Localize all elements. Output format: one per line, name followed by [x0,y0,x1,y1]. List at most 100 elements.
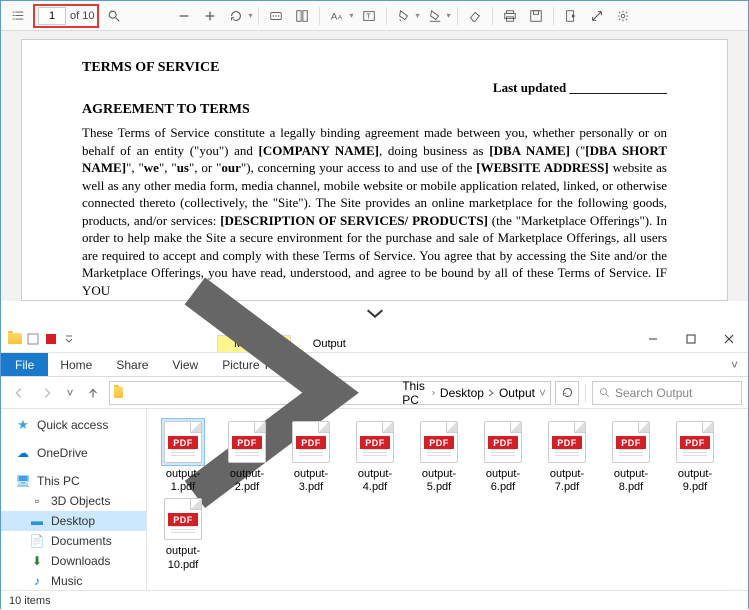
nav-desktop[interactable]: ▬Desktop [1,511,146,531]
fit-width-icon[interactable] [265,5,287,27]
dropdown-icon[interactable]: ▾ [416,11,420,20]
status-bar: 10 items [1,590,748,610]
qat-icon[interactable] [43,331,59,347]
dropdown-icon[interactable]: ▾ [248,11,252,20]
ribbon-tab-file[interactable]: File [1,353,48,376]
pdf-icon: PDF [548,421,586,463]
file-label: output-8.pdf [603,468,659,494]
pdf-icon: PDF [676,421,714,463]
breadcrumb-segment[interactable]: Output [499,386,535,400]
file-item[interactable]: PDF output-10.pdf [155,496,211,571]
folder-icon [114,387,123,398]
address-bar: ˅ This PC Desktop Output ˅ Search Output [1,377,748,409]
navigation-pane: ★Quick access ☁OneDrive 🖥This PC ▫3D Obj… [1,409,147,590]
file-item[interactable]: PDFoutput-8.pdf [603,419,659,494]
page-view-icon[interactable] [291,5,313,27]
desktop-icon: ▬ [29,514,45,528]
refresh-button[interactable] [555,381,579,405]
chevron-down-icon[interactable]: ˅ [539,386,546,400]
cloud-icon: ☁ [15,446,31,460]
nav-this-pc[interactable]: 🖥This PC [1,471,146,491]
file-item[interactable]: PDF output-1.pdf [155,419,211,494]
doc-heading-1: TERMS OF SERVICE [82,60,667,76]
dropdown-icon[interactable]: ▾ [447,11,451,20]
breadcrumb[interactable]: This PC Desktop Output ˅ [109,381,551,405]
pdf-icon: PDF [228,421,266,463]
file-label: output-1.pdf [155,468,211,494]
rotate-icon[interactable] [225,5,247,27]
erase-icon[interactable] [464,5,486,27]
back-button[interactable] [7,381,31,405]
folder-icon[interactable] [7,331,23,347]
doc-heading-2: AGREEMENT TO TERMS [82,102,667,118]
qat-dropdown-icon[interactable] [61,331,77,347]
nav-documents[interactable]: 📄Documents [1,531,146,551]
highlight-icon[interactable] [393,5,415,27]
file-item[interactable]: PDF output-6.pdf [475,419,531,494]
pdf-icon: PDF [164,498,202,540]
file-label: output-2.pdf [219,468,275,494]
file-label: output-10.pdf [155,545,211,571]
file-label: output-7.pdf [539,468,595,494]
pc-icon: 🖥 [15,474,31,488]
breadcrumb-segment[interactable]: Desktop [440,386,495,400]
page-total-label: of 10 [70,10,94,22]
breadcrumb-segment[interactable]: This PC [402,379,436,407]
pdf-icon: PDF [484,421,522,463]
qat-icon[interactable] [25,331,41,347]
item-count-label: 10 items [9,595,51,607]
svg-text:A: A [338,14,343,21]
pdf-toolbar: of 10 ▾ AA ▾ T ▾ ▾ [1,1,748,31]
file-label: output-3.pdf [283,468,339,494]
fullscreen-icon[interactable] [586,5,608,27]
export-icon[interactable] [560,5,582,27]
page-number-input[interactable] [38,7,66,25]
maximize-button[interactable] [672,325,710,353]
underline-icon[interactable] [424,5,446,27]
file-item[interactable]: PDFoutput-3.pdf [283,419,339,494]
svg-text:T: T [366,13,371,20]
zoom-in-icon[interactable] [199,5,221,27]
close-button[interactable] [710,325,748,353]
nav-3d-objects[interactable]: ▫3D Objects [1,491,146,511]
last-updated-label: Last updated _______________ [82,80,667,96]
file-item[interactable]: PDF output-2.pdf [219,419,275,494]
outline-icon[interactable] [7,5,29,27]
documents-icon: 📄 [29,534,45,548]
nav-downloads[interactable]: ⬇Downloads [1,551,146,571]
star-icon: ★ [15,418,31,432]
ribbon-expand-icon[interactable]: ˅ [721,358,748,372]
nav-music[interactable]: ♪Music [1,571,146,590]
forward-button[interactable] [35,381,59,405]
file-label: output-9.pdf [667,468,723,494]
file-label: output-5.pdf [411,468,467,494]
settings-icon[interactable] [612,5,634,27]
text-size-icon[interactable]: AA [326,5,348,27]
file-item[interactable]: PDFoutput-4.pdf [347,419,403,494]
pdf-icon: PDF [164,421,202,463]
svg-text:A: A [331,11,338,22]
print-icon[interactable] [499,5,521,27]
music-icon: ♪ [29,574,45,588]
search-input[interactable]: Search Output [592,381,742,405]
dropdown-icon[interactable]: ▾ [349,11,353,20]
nav-onedrive[interactable]: ☁OneDrive [1,443,146,463]
file-list[interactable]: PDFoutput-1.pdfPDFoutput-2.pdfPDFoutput-… [147,409,748,590]
file-item[interactable]: PDF output-9.pdf [667,419,723,494]
ribbon-tab-home[interactable]: Home [48,358,104,372]
search-icon [599,387,611,399]
file-label: output-4.pdf [347,468,403,494]
file-item[interactable]: PDFoutput-5.pdf [411,419,467,494]
zoom-out-icon[interactable] [173,5,195,27]
recent-dropdown-icon[interactable]: ˅ [63,381,77,405]
minimize-button[interactable] [634,325,672,353]
nav-quick-access[interactable]: ★Quick access [1,415,146,435]
up-button[interactable] [81,381,105,405]
downloads-icon: ⬇ [29,554,45,568]
search-icon[interactable] [103,5,125,27]
text-box-icon[interactable]: T [358,5,380,27]
file-item[interactable]: PDF output-7.pdf [539,419,595,494]
objects-icon: ▫ [29,494,45,508]
file-label: output-6.pdf [475,468,531,494]
save-icon[interactable] [525,5,547,27]
